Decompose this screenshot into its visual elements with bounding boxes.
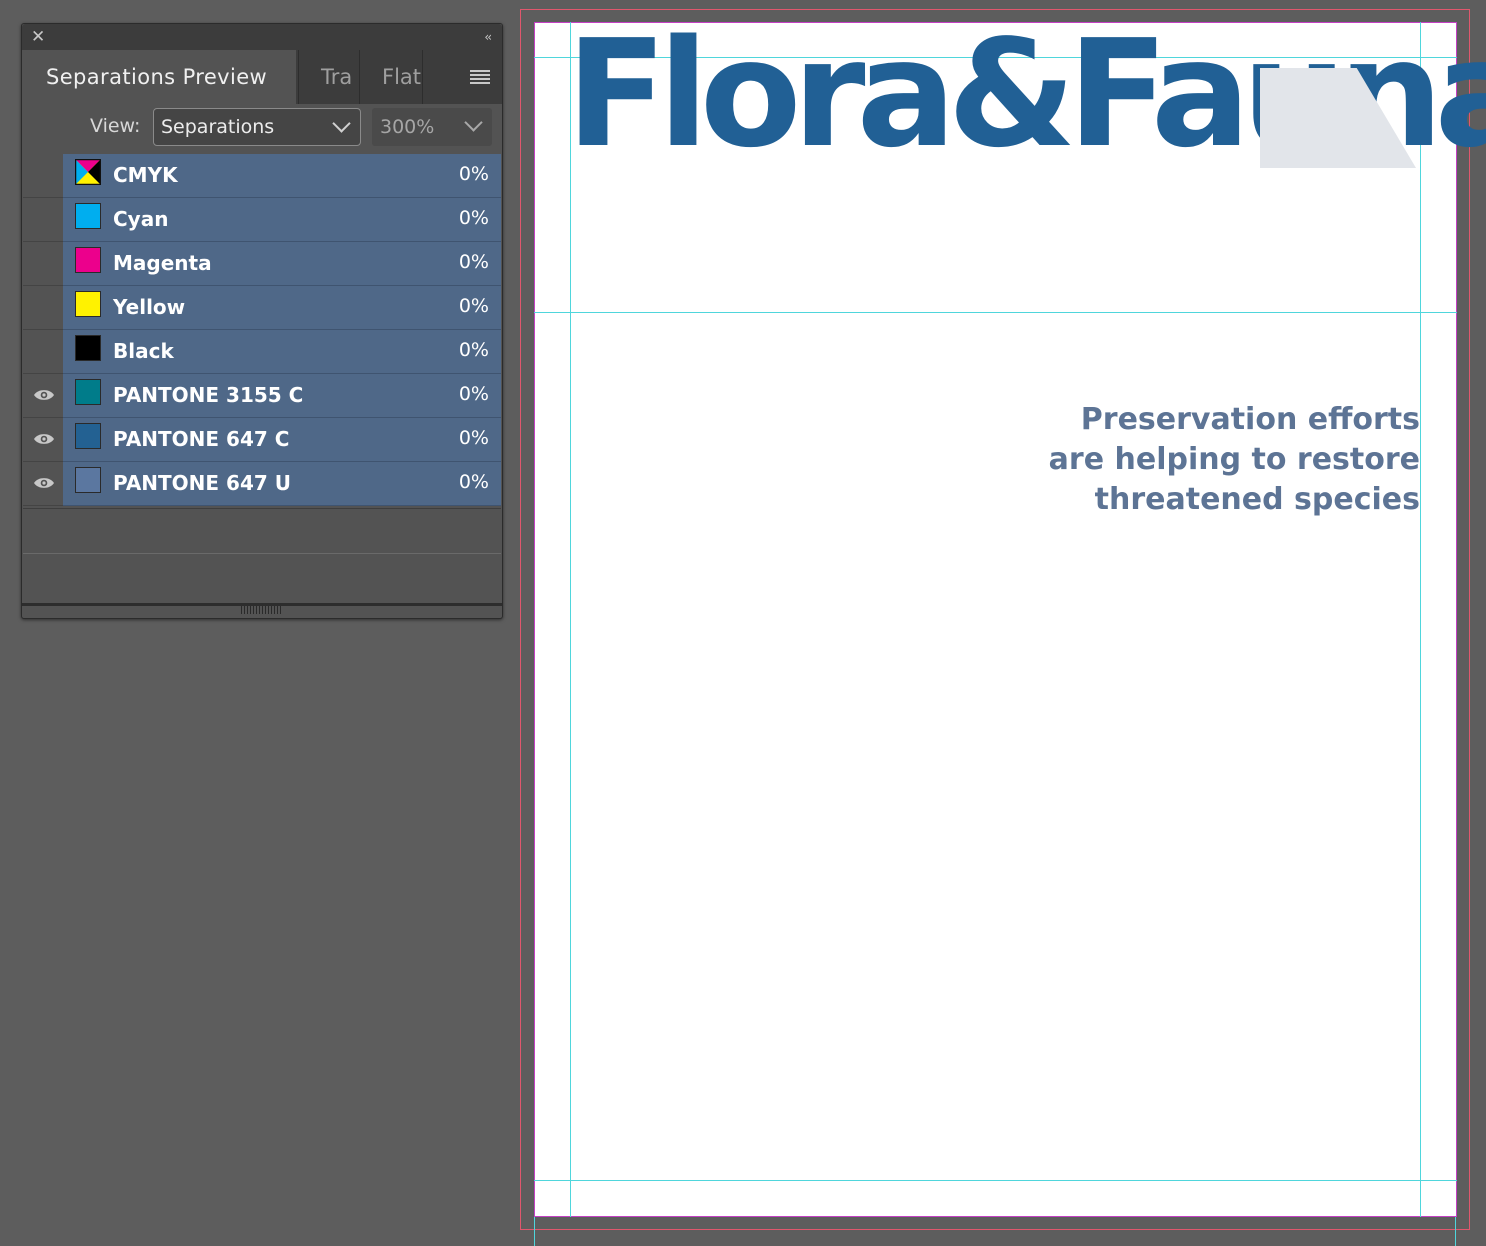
tab-trap-presets[interactable]: Tra (298, 50, 358, 104)
separation-name: Cyan (113, 207, 169, 231)
visibility-toggle[interactable] (23, 198, 63, 242)
zoom-dropdown[interactable]: 300% (372, 108, 492, 146)
panel-tab-bar: Separations Preview Tra Flat (22, 50, 502, 105)
document-page[interactable] (534, 22, 1457, 1217)
visibility-toggle[interactable] (23, 330, 63, 374)
separation-name: Magenta (113, 251, 212, 275)
view-label: View: (90, 115, 141, 137)
cyan-swatch-icon (75, 203, 101, 229)
zoom-dropdown-value: 300% (380, 116, 435, 138)
subhead-line: Preservation efforts (1080, 402, 1420, 437)
visibility-toggle[interactable] (23, 154, 63, 198)
separation-row-yellow[interactable]: Yellow 0% (23, 286, 501, 330)
chevron-down-icon (332, 114, 351, 133)
panel-menu-icon[interactable] (470, 70, 490, 86)
eye-icon (34, 434, 54, 444)
separation-row-pantone-647-u[interactable]: PANTONE 647 U 0% (23, 462, 501, 506)
cmyk-swatch-icon (74, 158, 102, 186)
separation-row-black[interactable]: Black 0% (23, 330, 501, 374)
separation-row-body: PANTONE 3155 C 0% (63, 374, 501, 418)
pantone-647-c-swatch-icon (75, 423, 101, 449)
separation-row-pantone-647-c[interactable]: PANTONE 647 C 0% (23, 418, 501, 462)
panel-title-bar: ✕ ‹‹ (22, 24, 502, 50)
separation-percent: 0% (458, 427, 489, 449)
separation-percent: 0% (458, 383, 489, 405)
separation-percent: 0% (458, 207, 489, 229)
tab-separations-preview[interactable]: Separations Preview (22, 50, 296, 105)
subhead-line: are helping to restore (1048, 442, 1420, 477)
separation-row-body: Yellow 0% (63, 286, 501, 330)
separation-name: PANTONE 647 U (113, 471, 291, 495)
guide-vertical[interactable] (534, 1217, 535, 1246)
separation-row-body: CMYK 0% (63, 154, 501, 198)
separation-name: PANTONE 647 C (113, 427, 290, 451)
visibility-toggle[interactable] (23, 286, 63, 330)
separation-percent: 0% (458, 471, 489, 493)
separation-row-body: Cyan 0% (63, 198, 501, 242)
separation-name: PANTONE 3155 C (113, 383, 304, 407)
chevron-down-icon (464, 113, 483, 132)
separation-row-magenta[interactable]: Magenta 0% (23, 242, 501, 286)
collapse-panel-icon[interactable]: ‹‹ (484, 27, 491, 47)
guide-horizontal[interactable] (534, 312, 1457, 313)
separations-list: CMYK 0% Cyan 0% Magenta 0% Yellow 0% Bla… (23, 154, 501, 506)
resize-grip-icon[interactable] (241, 606, 281, 614)
separation-percent: 0% (458, 295, 489, 317)
guide-horizontal[interactable] (534, 1180, 1457, 1181)
close-icon[interactable]: ✕ (31, 27, 45, 47)
guide-vertical[interactable] (1420, 22, 1421, 1217)
subhead-text-frame[interactable]: Preservation efforts are helping to rest… (1040, 400, 1420, 520)
tab-flattener-preview[interactable]: Flat (359, 50, 423, 104)
separation-row-body: PANTONE 647 U 0% (63, 462, 501, 506)
separation-row-body: PANTONE 647 C 0% (63, 418, 501, 462)
visibility-toggle[interactable] (23, 242, 63, 286)
guide-vertical[interactable] (570, 22, 571, 1217)
eye-icon (34, 390, 54, 400)
separation-percent: 0% (458, 339, 489, 361)
eye-icon (34, 478, 54, 488)
separation-row-body: Magenta 0% (63, 242, 501, 286)
separations-preview-panel: ✕ ‹‹ Separations Preview Tra Flat View: … (21, 23, 503, 619)
separation-row-pantone-3155-c[interactable]: PANTONE 3155 C 0% (23, 374, 501, 418)
pantone-3155-c-swatch-icon (75, 379, 101, 405)
separation-row-cmyk[interactable]: CMYK 0% (23, 154, 501, 198)
separation-name: Black (113, 339, 174, 363)
separation-name: Yellow (113, 295, 186, 319)
separation-row-body: Black 0% (63, 330, 501, 374)
black-swatch-icon (75, 335, 101, 361)
yellow-swatch-icon (75, 291, 101, 317)
subhead-line: threatened species (1094, 482, 1420, 517)
separation-name: CMYK (113, 163, 178, 187)
view-dropdown[interactable]: Separations (153, 108, 361, 146)
magenta-swatch-icon (75, 247, 101, 273)
separation-percent: 0% (458, 163, 489, 185)
visibility-toggle[interactable] (23, 374, 63, 418)
separation-percent: 0% (458, 251, 489, 273)
headline-frame[interactable]: Flora&Fauna (566, 20, 1486, 168)
separation-row-cyan[interactable]: Cyan 0% (23, 198, 501, 242)
visibility-toggle[interactable] (23, 462, 63, 506)
guide-vertical[interactable] (1455, 1217, 1456, 1246)
view-dropdown-value: Separations (161, 116, 275, 138)
visibility-toggle[interactable] (23, 418, 63, 462)
separations-list-empty-area (23, 508, 501, 554)
pantone-647-u-swatch-icon (75, 467, 101, 493)
